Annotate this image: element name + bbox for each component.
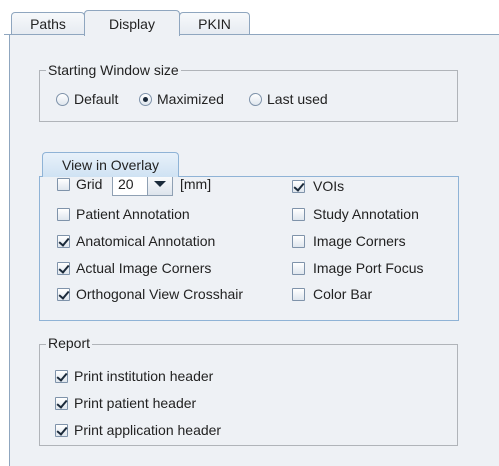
radio-maximized-label[interactable]: Maximized — [157, 91, 224, 107]
vois-checkbox[interactable] — [292, 180, 305, 193]
orthogonal-crosshair-checkbox[interactable] — [57, 288, 70, 301]
print-institution-label[interactable]: Print institution header — [74, 368, 213, 384]
color-bar-label[interactable]: Color Bar — [313, 286, 372, 302]
print-application-checkbox[interactable] — [55, 424, 68, 437]
print-patient-checkbox[interactable] — [55, 397, 68, 410]
radio-default-label[interactable]: Default — [74, 91, 118, 107]
tab-paths-label: Paths — [30, 16, 66, 32]
anatomical-annotation-checkbox[interactable] — [57, 235, 70, 248]
vois-label[interactable]: VOIs — [313, 178, 344, 194]
print-patient-label[interactable]: Print patient header — [74, 395, 196, 411]
patient-annotation-label[interactable]: Patient Annotation — [76, 206, 190, 222]
tab-pkin-label: PKIN — [198, 16, 231, 32]
patient-annotation-checkbox[interactable] — [57, 208, 70, 221]
tab-paths[interactable]: Paths — [11, 12, 85, 34]
tab-display[interactable]: Display — [84, 10, 180, 36]
starting-window-title: Starting Window size — [46, 62, 181, 78]
grid-checkbox[interactable] — [57, 178, 70, 191]
radio-maximized[interactable] — [139, 93, 152, 106]
image-corners-checkbox[interactable] — [292, 235, 305, 248]
tab-pkin[interactable]: PKIN — [179, 12, 250, 34]
overlay-tab-label: View in Overlay — [61, 157, 159, 173]
print-institution-checkbox[interactable] — [55, 370, 68, 383]
anatomical-annotation-label[interactable]: Anatomical Annotation — [76, 233, 215, 249]
report-title: Report — [46, 335, 93, 351]
color-bar-checkbox[interactable] — [292, 288, 305, 301]
radio-default[interactable] — [56, 93, 69, 106]
radio-last-used[interactable] — [249, 93, 262, 106]
tab-strip-border — [4, 34, 499, 35]
image-port-focus-checkbox[interactable] — [292, 262, 305, 275]
grid-label[interactable]: Grid — [76, 176, 102, 192]
study-annotation-label[interactable]: Study Annotation — [313, 206, 419, 222]
tab-view-in-overlay[interactable]: View in Overlay — [42, 152, 179, 177]
tab-display-label: Display — [109, 16, 155, 32]
orthogonal-crosshair-label[interactable]: Orthogonal View Crosshair — [76, 286, 243, 302]
actual-image-corners-checkbox[interactable] — [57, 262, 70, 275]
study-annotation-checkbox[interactable] — [292, 208, 305, 221]
grid-size-value: 20 — [118, 176, 134, 192]
image-corners-label[interactable]: Image Corners — [313, 233, 406, 249]
actual-image-corners-label[interactable]: Actual Image Corners — [76, 260, 211, 276]
radio-last-used-label[interactable]: Last used — [267, 91, 328, 107]
grid-unit-label: [mm] — [180, 176, 212, 192]
print-application-label[interactable]: Print application header — [74, 422, 221, 438]
image-port-focus-label[interactable]: Image Port Focus — [313, 260, 424, 276]
